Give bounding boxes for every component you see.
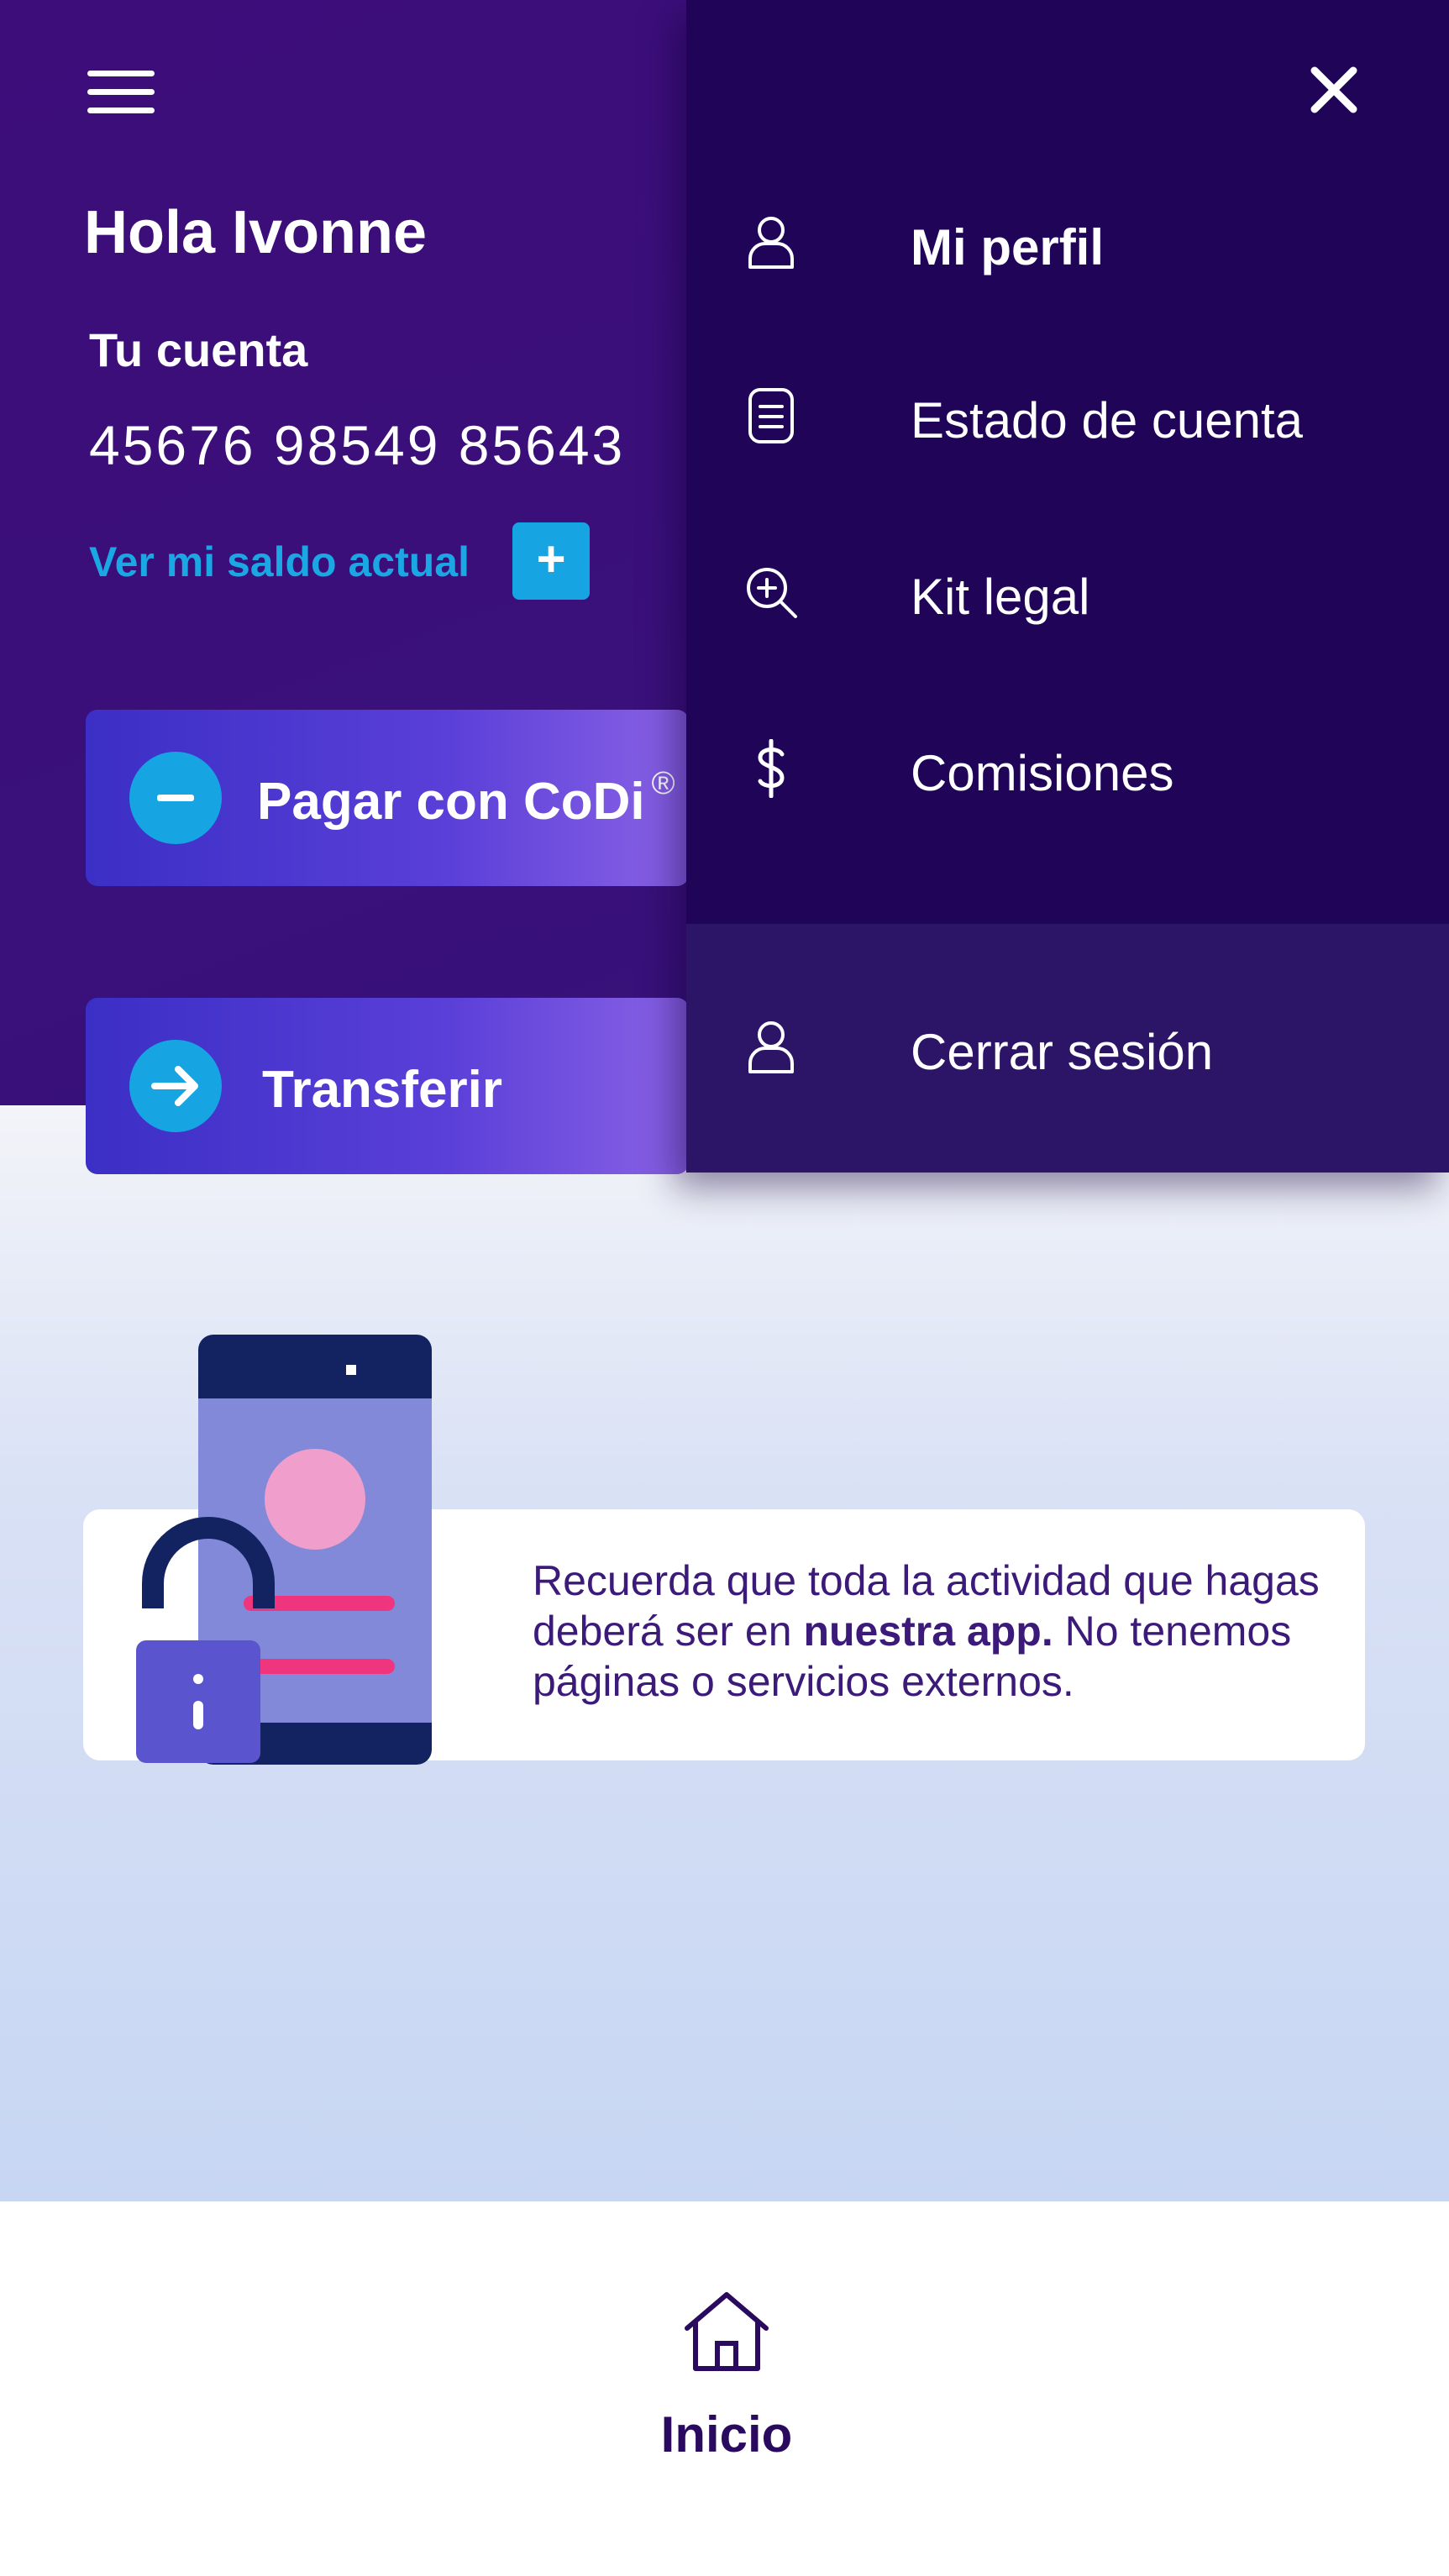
greeting: Hola Ivonne: [84, 199, 428, 266]
logout-button[interactable]: Cerrar sesión: [686, 984, 1449, 1110]
drawer-item-legal-kit[interactable]: Kit legal: [686, 529, 1449, 655]
nav-home[interactable]: Inicio: [640, 2290, 808, 2474]
drawer-item-profile[interactable]: Mi perfil: [686, 180, 1449, 306]
registered-mark: ®: [651, 766, 675, 801]
account-number: 45676 98549 85643: [89, 414, 626, 476]
view-balance-link[interactable]: Ver mi saldo actual: [89, 538, 470, 586]
logout-label: Cerrar sesión: [911, 1024, 1214, 1080]
nav-home-label: Inicio: [660, 2406, 793, 2463]
pay-with-codi-label: Pagar con CoDi: [257, 773, 645, 831]
security-notice-text: Recuerda que toda la actividad que hagas…: [533, 1557, 1320, 1705]
side-drawer: Mi perfil Estado de cuenta Kit legal Com…: [686, 0, 1449, 1173]
account-label: Tu cuenta: [89, 323, 308, 376]
drawer-item-label: Estado de cuenta: [911, 392, 1304, 449]
drawer-item-statement[interactable]: Estado de cuenta: [686, 353, 1449, 479]
bottom-navigation: Inicio: [0, 2201, 1449, 2576]
show-balance-button[interactable]: +: [512, 522, 590, 600]
drawer-item-label: Comisiones: [911, 745, 1174, 801]
minus-icon: [129, 752, 222, 844]
dollar-icon: [758, 739, 785, 798]
user-icon: [748, 1021, 794, 1073]
app-screen: Hola Ivonne Tu cuenta 45676 98549 85643 …: [0, 0, 1449, 2576]
document-icon: [748, 388, 794, 443]
drawer-item-label: Kit legal: [911, 569, 1090, 625]
transfer-button[interactable]: Transferir: [86, 998, 689, 1174]
drawer-item-fees[interactable]: Comisiones: [686, 706, 1449, 832]
transfer-label: Transferir: [262, 1061, 503, 1119]
menu-icon[interactable]: [87, 71, 155, 121]
secure-phone-illustration: [136, 1335, 432, 1765]
zoom-in-icon: [747, 568, 797, 618]
drawer-item-label: Mi perfil: [911, 219, 1105, 275]
arrow-right-icon: [129, 1040, 222, 1132]
close-icon[interactable]: [1305, 60, 1363, 119]
drawer-footer: Cerrar sesión: [686, 924, 1449, 1173]
home-icon: [685, 2292, 769, 2371]
user-icon: [748, 217, 794, 269]
pay-with-codi-button[interactable]: Pagar con CoDi ®: [86, 710, 689, 886]
